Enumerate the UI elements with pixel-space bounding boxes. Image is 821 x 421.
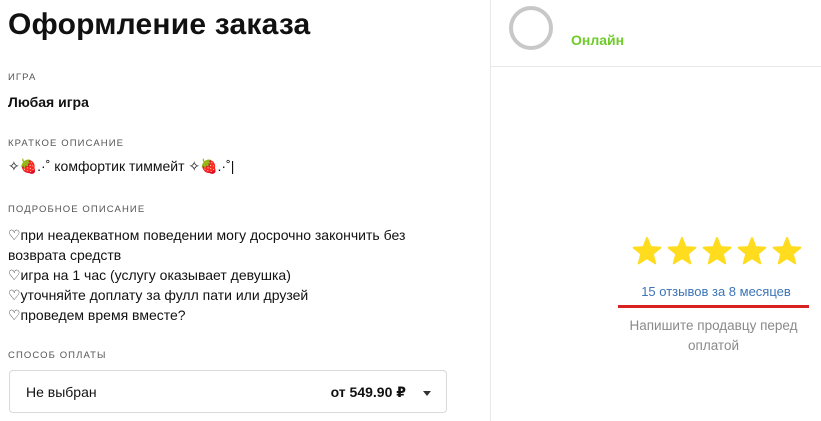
- order-form: Оформление заказа ИГРА Любая игра КРАТКО…: [0, 0, 490, 421]
- payment-method-selected: Не выбран: [26, 384, 97, 400]
- short-description-value: ✧🍓.·˚ комфортик тиммейт ✧🍓.·˚|: [8, 158, 235, 174]
- seller-panel: Онлайн 15 отзывов за 8 месяцев Напишите …: [491, 0, 821, 421]
- payment-method-select[interactable]: Не выбран от 549.90 ₽: [9, 370, 447, 413]
- description-line: ♡при неадекватном поведении могу досрочн…: [8, 227, 406, 243]
- seller-online-status: Онлайн: [571, 32, 625, 48]
- star-icon: [667, 237, 697, 267]
- description-line: ♡уточняйте доплату за фулл пати или друз…: [8, 287, 309, 303]
- full-description-text: ♡при неадекватном поведении могу досрочн…: [8, 225, 428, 325]
- short-description-label: КРАТКОЕ ОПИСАНИЕ: [8, 138, 125, 149]
- reviews-link[interactable]: 15 отзывов за 8 месяцев: [621, 284, 811, 299]
- payment-price: от 549.90 ₽: [330, 384, 406, 400]
- seller-avatar[interactable]: [509, 6, 553, 50]
- star-icon: [737, 237, 767, 267]
- seller-header-divider: [491, 66, 821, 67]
- reviews-underline: [618, 305, 809, 308]
- page-title: Оформление заказа: [8, 8, 311, 41]
- full-description-label: ПОДРОБНОЕ ОПИСАНИЕ: [8, 204, 146, 215]
- seller-hint: Напишите продавцу перед оплатой: [629, 318, 798, 353]
- description-line: возврата средств: [8, 247, 122, 263]
- game-label: ИГРА: [8, 72, 37, 83]
- star-icon: [632, 237, 662, 267]
- description-line: ♡проведем время вместе?: [8, 307, 186, 323]
- seller-rating-stars: [632, 237, 802, 267]
- chevron-down-icon: [423, 391, 431, 396]
- description-line: ♡игра на 1 час (услугу оказывает девушка…: [8, 267, 291, 283]
- star-icon: [702, 237, 732, 267]
- game-value: Любая игра: [8, 94, 89, 110]
- star-icon: [772, 237, 802, 267]
- payment-method-label: СПОСОБ ОПЛАТЫ: [8, 350, 107, 361]
